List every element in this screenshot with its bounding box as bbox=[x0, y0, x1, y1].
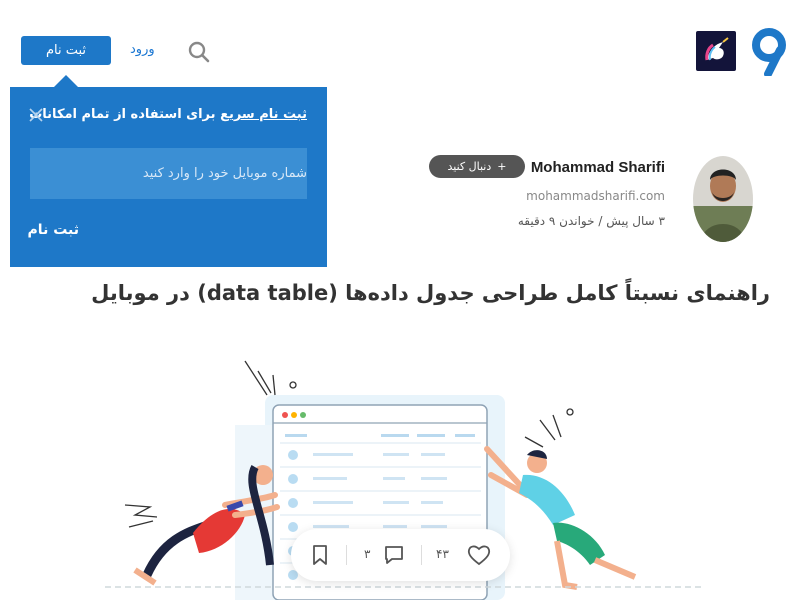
follow-label: دنبال کنید bbox=[447, 160, 492, 173]
post-action-bar: ۴۳ ۳ bbox=[291, 529, 510, 581]
unicorn-logo-icon[interactable] bbox=[696, 31, 736, 71]
follow-button[interactable]: + دنبال کنید bbox=[429, 155, 525, 178]
post-meta: ۳ سال پیش / خواندن ۹ دقیقه bbox=[517, 214, 665, 228]
popup-title-rest: برای استفاده از تمام امکانات bbox=[29, 107, 221, 122]
author-website[interactable]: mohammadsharifi.com bbox=[526, 189, 665, 203]
popup-title: ثبت نام سریع برای استفاده از تمام امکانا… bbox=[29, 107, 307, 122]
comment-count: ۳ bbox=[364, 547, 371, 561]
bookmark-icon[interactable] bbox=[312, 544, 328, 566]
close-icon[interactable] bbox=[27, 106, 45, 124]
login-link[interactable]: ورود bbox=[130, 42, 155, 57]
like-count: ۴۳ bbox=[436, 547, 449, 561]
avatar[interactable] bbox=[693, 156, 753, 242]
popup-signup-button[interactable]: ثبت نام bbox=[28, 222, 79, 238]
heart-icon[interactable] bbox=[467, 544, 491, 566]
signup-button[interactable]: ثبت نام bbox=[21, 36, 111, 65]
quick-signup-popup: ثبت نام سریع برای استفاده از تمام امکانا… bbox=[10, 87, 327, 267]
comment-icon[interactable] bbox=[383, 544, 405, 566]
divider bbox=[421, 545, 422, 565]
popup-title-highlight: ثبت نام سریع bbox=[220, 107, 307, 122]
author-name[interactable]: Mohammad Sharifi bbox=[531, 159, 665, 176]
search-icon[interactable] bbox=[187, 40, 211, 64]
virgool-logo-icon[interactable] bbox=[750, 28, 788, 78]
page-title: راهنمای نسبتاً کامل طراحی جدول داده‌ها (… bbox=[91, 281, 770, 305]
plus-icon: + bbox=[497, 160, 507, 173]
divider bbox=[346, 545, 347, 565]
popup-caret bbox=[54, 75, 78, 87]
mobile-number-placeholder: شماره موبایل خود را وارد کنید bbox=[142, 166, 307, 181]
